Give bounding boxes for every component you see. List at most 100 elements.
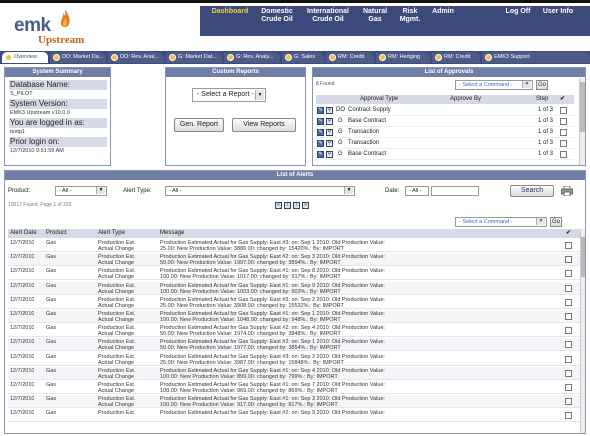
alert-row[interactable]: 12/7/2010 Gas Production Est. Actual Change… <box>8 253 583 267</box>
row-checkbox[interactable] <box>565 355 572 363</box>
report-select[interactable]: - Select a Report - ▼ <box>192 88 266 102</box>
alert-type-line2: Actual Change <box>98 388 135 394</box>
row-checkbox[interactable] <box>565 384 572 391</box>
magnify-icon[interactable]: ⚲ <box>326 107 333 114</box>
row-checkbox[interactable] <box>560 140 567 147</box>
alert-row[interactable]: 12/7/2010 Gas Production Est. Actual Change… <box>8 296 583 309</box>
row-checkbox[interactable] <box>565 270 572 278</box>
nav-natural-gas[interactable]: Natural Gas <box>356 8 394 24</box>
row-checkbox[interactable] <box>565 256 572 264</box>
tab-rm-hedging[interactable]: RM: Hedging <box>376 52 430 63</box>
tab-rm-credit[interactable]: RM: Credit <box>326 52 374 63</box>
approval-row[interactable]: ✎ ⚲ G Base Contract 1 of 3 <box>316 116 574 127</box>
date-select[interactable]: - All - <box>405 186 429 196</box>
tab-rm-credit-2[interactable]: RM: Credit <box>432 52 480 63</box>
row-checkbox[interactable] <box>565 412 572 420</box>
alert-message-line2: 50.00: New Production Value: 1977.00: ch… <box>160 345 341 352</box>
row-checkbox[interactable] <box>565 341 572 349</box>
row-checkbox[interactable] <box>565 327 572 335</box>
print-icon[interactable] <box>561 186 573 196</box>
tab-g-rev-analysis[interactable]: G: Rev. Analy... <box>224 52 280 63</box>
gen-report-button[interactable]: Gen. Report <box>174 118 224 132</box>
alert-type-select[interactable]: - All - ▼ <box>165 186 355 196</box>
view-reports-button[interactable]: View Reports <box>232 118 296 132</box>
dashboard-tabs: Overview DO: Market Da... DO: Rev. Anal.… <box>0 51 590 64</box>
checkmark-icon[interactable]: ✔ <box>566 229 571 238</box>
nav-dashboard[interactable]: Dashboard <box>206 8 254 16</box>
tab-icon <box>5 54 12 61</box>
tab-do-rev-analysis[interactable]: DO: Rev. Anal... <box>108 52 164 63</box>
row-checkbox[interactable] <box>560 151 567 158</box>
magnify-icon[interactable]: ⚲ <box>326 140 333 147</box>
col-approval-type: Approval Type <box>360 96 399 102</box>
alert-row[interactable]: 12/7/2010 Gas Production Est. Actual Change… <box>8 366 583 380</box>
scrollbar-thumb[interactable] <box>581 237 585 277</box>
row-checkbox[interactable] <box>565 298 572 306</box>
panel-title: List of Alerts <box>5 171 585 180</box>
report-select-value: - Select a Report - <box>197 91 254 98</box>
nav-domestic-crude-oil[interactable]: Domestic Crude Oil <box>254 8 300 24</box>
magnify-icon[interactable]: ⚲ <box>326 129 333 136</box>
row-checkbox[interactable] <box>565 313 572 320</box>
row-checkbox[interactable] <box>560 107 567 114</box>
alert-row[interactable]: 12/7/2010 Gas Production Est. Actual Change… <box>8 239 583 252</box>
row-checkbox[interactable] <box>560 118 567 125</box>
nav-admin[interactable]: Admin <box>428 8 458 16</box>
tab-icon <box>227 54 234 61</box>
tab-g-market-data[interactable]: G: Market Dat... <box>166 52 222 63</box>
alert-row[interactable]: 12/7/2010 Gas Production Est. Actual Change… <box>8 281 583 295</box>
logo[interactable]: emk Upstream <box>12 7 112 49</box>
alert-row[interactable]: 12/7/2010 Gas Production Est. Actual Change… <box>8 310 583 323</box>
approvals-command-select[interactable]: - Select a Command - ▼ <box>455 80 533 90</box>
tab-overview[interactable]: Overview <box>2 52 48 63</box>
approval-row[interactable]: ✎ ⚲ DO Contract Supply 1 of 3 <box>316 105 574 116</box>
prev-page-icon[interactable]: ‹ <box>284 202 291 209</box>
alert-row[interactable]: 12/7/2010 Gas Production Est. Actual Change… <box>8 324 583 338</box>
date-label: Date: <box>385 188 400 194</box>
row-checkbox[interactable] <box>565 242 572 249</box>
approvals-scrollbar[interactable] <box>579 78 585 165</box>
product-select[interactable]: - All - ▼ <box>55 186 107 196</box>
alert-row[interactable]: 12/7/2010 Gas Production Est. Actual Change… <box>8 267 583 281</box>
alert-row[interactable]: 12/7/2010 Gas Production Est. Production Es… <box>8 409 583 423</box>
nav-risk-mgmt[interactable]: Risk Mgmt. <box>394 8 426 24</box>
approval-row[interactable]: ✎ ⚲ G Base Contract 1 of 3 <box>316 149 574 160</box>
next-page-icon[interactable]: › <box>293 202 300 209</box>
alerts-command-select[interactable]: - Select a Command - ▼ <box>455 217 547 227</box>
first-page-icon[interactable]: « <box>275 202 282 209</box>
nav-international-crude-oil[interactable]: International Crude Oil <box>300 8 356 24</box>
search-button[interactable]: Search <box>510 185 554 197</box>
edit-icon[interactable]: ✎ <box>317 107 324 114</box>
approvals-go-button[interactable]: Go <box>536 80 548 90</box>
custom-reports-panel: Custom Reports - Select a Report - ▼ Gen… <box>165 67 306 166</box>
nav-user-info[interactable]: User Info <box>538 8 578 16</box>
alerts-scrollbar[interactable] <box>580 229 585 433</box>
approval-row[interactable]: ✎ ⚲ G Transaction 1 of 3 <box>316 127 574 138</box>
approval-row[interactable]: ✎ ⚲ G Transaction 1 of 3 <box>316 138 574 149</box>
scrollbar-thumb[interactable] <box>580 82 585 132</box>
edit-icon[interactable]: ✎ <box>317 118 324 125</box>
row-checkbox[interactable] <box>565 398 572 406</box>
row-checkbox[interactable] <box>565 284 572 292</box>
tab-g-sales[interactable]: G: Sales <box>282 52 324 63</box>
magnify-icon[interactable]: ⚲ <box>326 118 333 125</box>
checkmark-icon[interactable]: ✔ <box>560 95 565 104</box>
tab-do-market-data[interactable]: DO: Market Da... <box>50 52 106 63</box>
nav-log-off[interactable]: Log Off <box>500 8 536 16</box>
row-checkbox[interactable] <box>565 369 572 377</box>
alert-message-line2: 100.00: New Production Value: 1003.00: c… <box>160 288 341 295</box>
alert-row[interactable]: 12/7/2010 Gas Production Est. Actual Change… <box>8 395 583 409</box>
alert-row[interactable]: 12/7/2010 Gas Production Est. Actual Change… <box>8 353 583 366</box>
last-page-icon[interactable]: » <box>302 202 309 209</box>
edit-icon[interactable]: ✎ <box>317 129 324 136</box>
edit-icon[interactable]: ✎ <box>317 151 324 158</box>
alerts-go-button[interactable]: Go <box>550 217 562 227</box>
edit-icon[interactable]: ✎ <box>317 140 324 147</box>
approvals-table-header: Approval Type Approve By Step ✔ <box>316 95 574 104</box>
tab-emk3-support[interactable]: EMK3 Support <box>482 52 590 63</box>
alert-row[interactable]: 12/7/2010 Gas Production Est. Actual Change… <box>8 381 583 394</box>
magnify-icon[interactable]: ⚲ <box>326 151 333 158</box>
alert-row[interactable]: 12/7/2010 Gas Production Est. Actual Change… <box>8 338 583 352</box>
date-input[interactable] <box>431 186 479 196</box>
row-checkbox[interactable] <box>560 129 567 136</box>
